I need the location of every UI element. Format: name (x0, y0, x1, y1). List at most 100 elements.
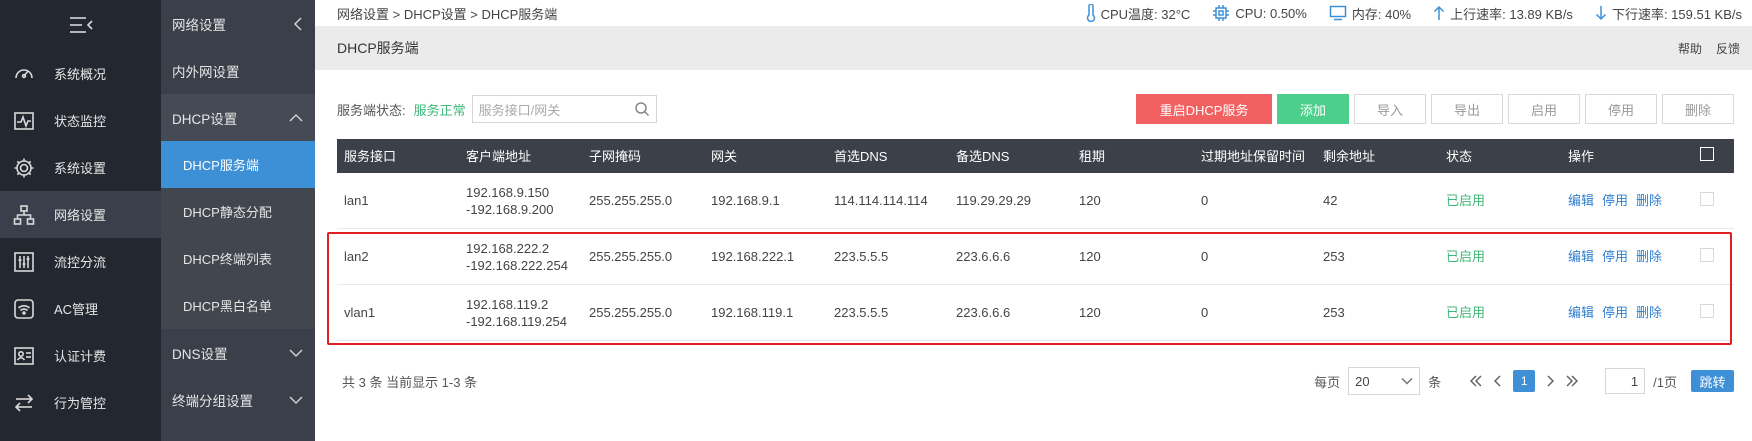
help-link[interactable]: 帮助 (1678, 40, 1702, 57)
server-status-label: 服务端状态: (337, 102, 406, 118)
row-actions: 编辑 停用 删除 (1561, 304, 1693, 321)
delete-link[interactable]: 删除 (1636, 248, 1662, 265)
restart-dhcp-button[interactable]: 重启DHCP服务 (1136, 94, 1272, 124)
cell-mask: 255.255.255.0 (589, 305, 673, 320)
edit-link[interactable]: 编辑 (1568, 192, 1594, 209)
submenu-item-wan[interactable]: 内外网设置 (161, 47, 315, 94)
submenu-group-dns[interactable]: DNS设置 (161, 329, 315, 376)
feedback-link[interactable]: 反馈 (1716, 40, 1740, 57)
delete-button[interactable]: 删除 (1662, 94, 1734, 124)
nav-item-label: 认证计费 (54, 349, 107, 364)
cell-dns1: 223.5.5.5 (834, 249, 889, 264)
import-button[interactable]: 导入 (1354, 94, 1426, 124)
row-checkbox[interactable] (1700, 247, 1714, 262)
submenu-item-dhcp-blacklist[interactable]: DHCP黑白名单 (161, 282, 315, 329)
cell-dns1: 223.5.5.5 (834, 305, 889, 320)
sliders-icon (12, 250, 36, 274)
disable-link[interactable]: 停用 (1602, 304, 1628, 321)
status-badge: 已启用 (1446, 193, 1486, 208)
table-row: lan2 192.168.222.2 -192.168.222.254 255.2… (337, 229, 1734, 285)
add-button[interactable]: 添加 (1277, 94, 1349, 124)
nav-item-flow[interactable]: 流控分流 (0, 238, 161, 285)
row-checkbox[interactable] (1700, 303, 1714, 318)
nav-item-overview[interactable]: 系统概况 (0, 50, 161, 97)
cell-gateway: 192.168.222.1 (711, 249, 795, 264)
submenu-item-label: DHCP黑白名单 (183, 299, 272, 314)
submenu-item-dhcp-static[interactable]: DHCP静态分配 (161, 188, 315, 235)
delete-link[interactable]: 删除 (1636, 192, 1662, 209)
edit-link[interactable]: 编辑 (1568, 304, 1594, 321)
export-button[interactable]: 导出 (1431, 94, 1503, 124)
current-page-button[interactable]: 1 (1513, 370, 1536, 392)
search-icon[interactable] (634, 101, 650, 117)
select-all-checkbox[interactable] (1700, 147, 1714, 161)
jump-button[interactable]: 跳转 (1691, 370, 1734, 392)
menu-collapse-button[interactable] (0, 0, 161, 50)
range-end: -192.168.222.254 (466, 257, 568, 273)
col-header: 子网掩码 (589, 148, 642, 164)
gauge-icon (12, 62, 36, 86)
page-header: DHCP服务端 帮助 反馈 (315, 26, 1752, 70)
nav-item-ac[interactable]: AC管理 (0, 285, 161, 332)
range-start: 192.168.222.2 (466, 240, 550, 256)
next-page-icon[interactable] (1545, 375, 1555, 387)
cell-lease: 120 (1079, 249, 1101, 264)
gear-icon (12, 156, 36, 180)
cell-gateway: 192.168.119.1 (711, 305, 794, 320)
cell-iface: lan2 (344, 249, 369, 264)
submenu-header-label: 网络设置 (172, 17, 226, 33)
nav-item-label: 系统设置 (54, 161, 107, 176)
nav-item-network[interactable]: 网络设置 (0, 191, 161, 238)
disable-button[interactable]: 停用 (1585, 94, 1657, 124)
cell-mask: 255.255.255.0 (589, 249, 673, 264)
prev-page-icon[interactable] (1493, 375, 1503, 387)
submenu-item-label: 内外网设置 (172, 64, 240, 80)
submenu-header[interactable]: 网络设置 (161, 0, 315, 47)
enable-button[interactable]: 启用 (1508, 94, 1580, 124)
server-status-value: 服务正常 (413, 102, 466, 118)
submenu-item-label: DHCP服务端 (183, 158, 259, 173)
cell-iface: vlan1 (344, 305, 376, 320)
col-header: 操作 (1568, 148, 1595, 164)
total-pages: /1页 (1653, 374, 1677, 390)
per-page-unit: 条 (1428, 374, 1442, 390)
id-card-icon (12, 344, 36, 368)
submenu-group-label: 终端分组设置 (172, 393, 253, 409)
monitor-icon (1329, 5, 1347, 21)
disable-link[interactable]: 停用 (1602, 248, 1628, 265)
first-page-icon[interactable] (1469, 375, 1483, 387)
page-number-input[interactable]: 1 (1605, 368, 1646, 394)
edit-link[interactable]: 编辑 (1568, 248, 1594, 265)
table-header: 服务接口 客户端地址 子网掩码 网关 首选DNS 备选DNS 租期 过期地址保留… (337, 139, 1734, 173)
select-all-cell (1693, 147, 1732, 165)
cell-remaining: 253 (1323, 305, 1345, 320)
submenu-group-dhcp[interactable]: DHCP设置 (161, 94, 315, 141)
col-header: 备选DNS (956, 148, 1010, 164)
col-header: 网关 (711, 148, 738, 164)
cpu-stat: CPU: 0.50% (1212, 4, 1307, 22)
nav-item-label: 状态监控 (54, 114, 107, 129)
page-nav: 1 (1469, 370, 1579, 392)
row-select-cell (1693, 191, 1732, 210)
per-page-select[interactable]: 20 (1348, 367, 1421, 395)
disable-link[interactable]: 停用 (1602, 192, 1628, 209)
cpu-temp-value: CPU温度: 32°C (1100, 6, 1191, 22)
nav-item-behavior[interactable]: 行为管控 (0, 379, 161, 426)
range-start: 192.168.119.2 (466, 296, 549, 312)
last-page-icon[interactable] (1565, 375, 1579, 387)
action-buttons: 重启DHCP服务 添加 导入 导出 启用 停用 删除 (1136, 94, 1734, 124)
delete-link[interactable]: 删除 (1636, 304, 1662, 321)
search-input[interactable]: 服务接口/网关 (471, 95, 657, 123)
submenu-item-dhcp-clients[interactable]: DHCP终端列表 (161, 235, 315, 282)
submenu-item-dhcp-server[interactable]: DHCP服务端 (161, 141, 315, 188)
chip-icon (1213, 5, 1230, 21)
nav-item-auth[interactable]: 认证计费 (0, 332, 161, 379)
nav-item-monitor[interactable]: 状态监控 (0, 97, 161, 144)
primary-sidebar: 系统概况 状态监控 系统设置 网络设置 流控分流 AC管理 认证计费 行为管控 (0, 0, 161, 441)
server-status: 服务端状态: 服务正常 服务接口/网关 (337, 95, 657, 123)
cell-keep: 0 (1201, 249, 1209, 264)
thermometer-icon (1086, 4, 1095, 22)
submenu-group-terminal[interactable]: 终端分组设置 (161, 376, 315, 423)
nav-item-system[interactable]: 系统设置 (0, 144, 161, 191)
row-checkbox[interactable] (1700, 191, 1714, 206)
